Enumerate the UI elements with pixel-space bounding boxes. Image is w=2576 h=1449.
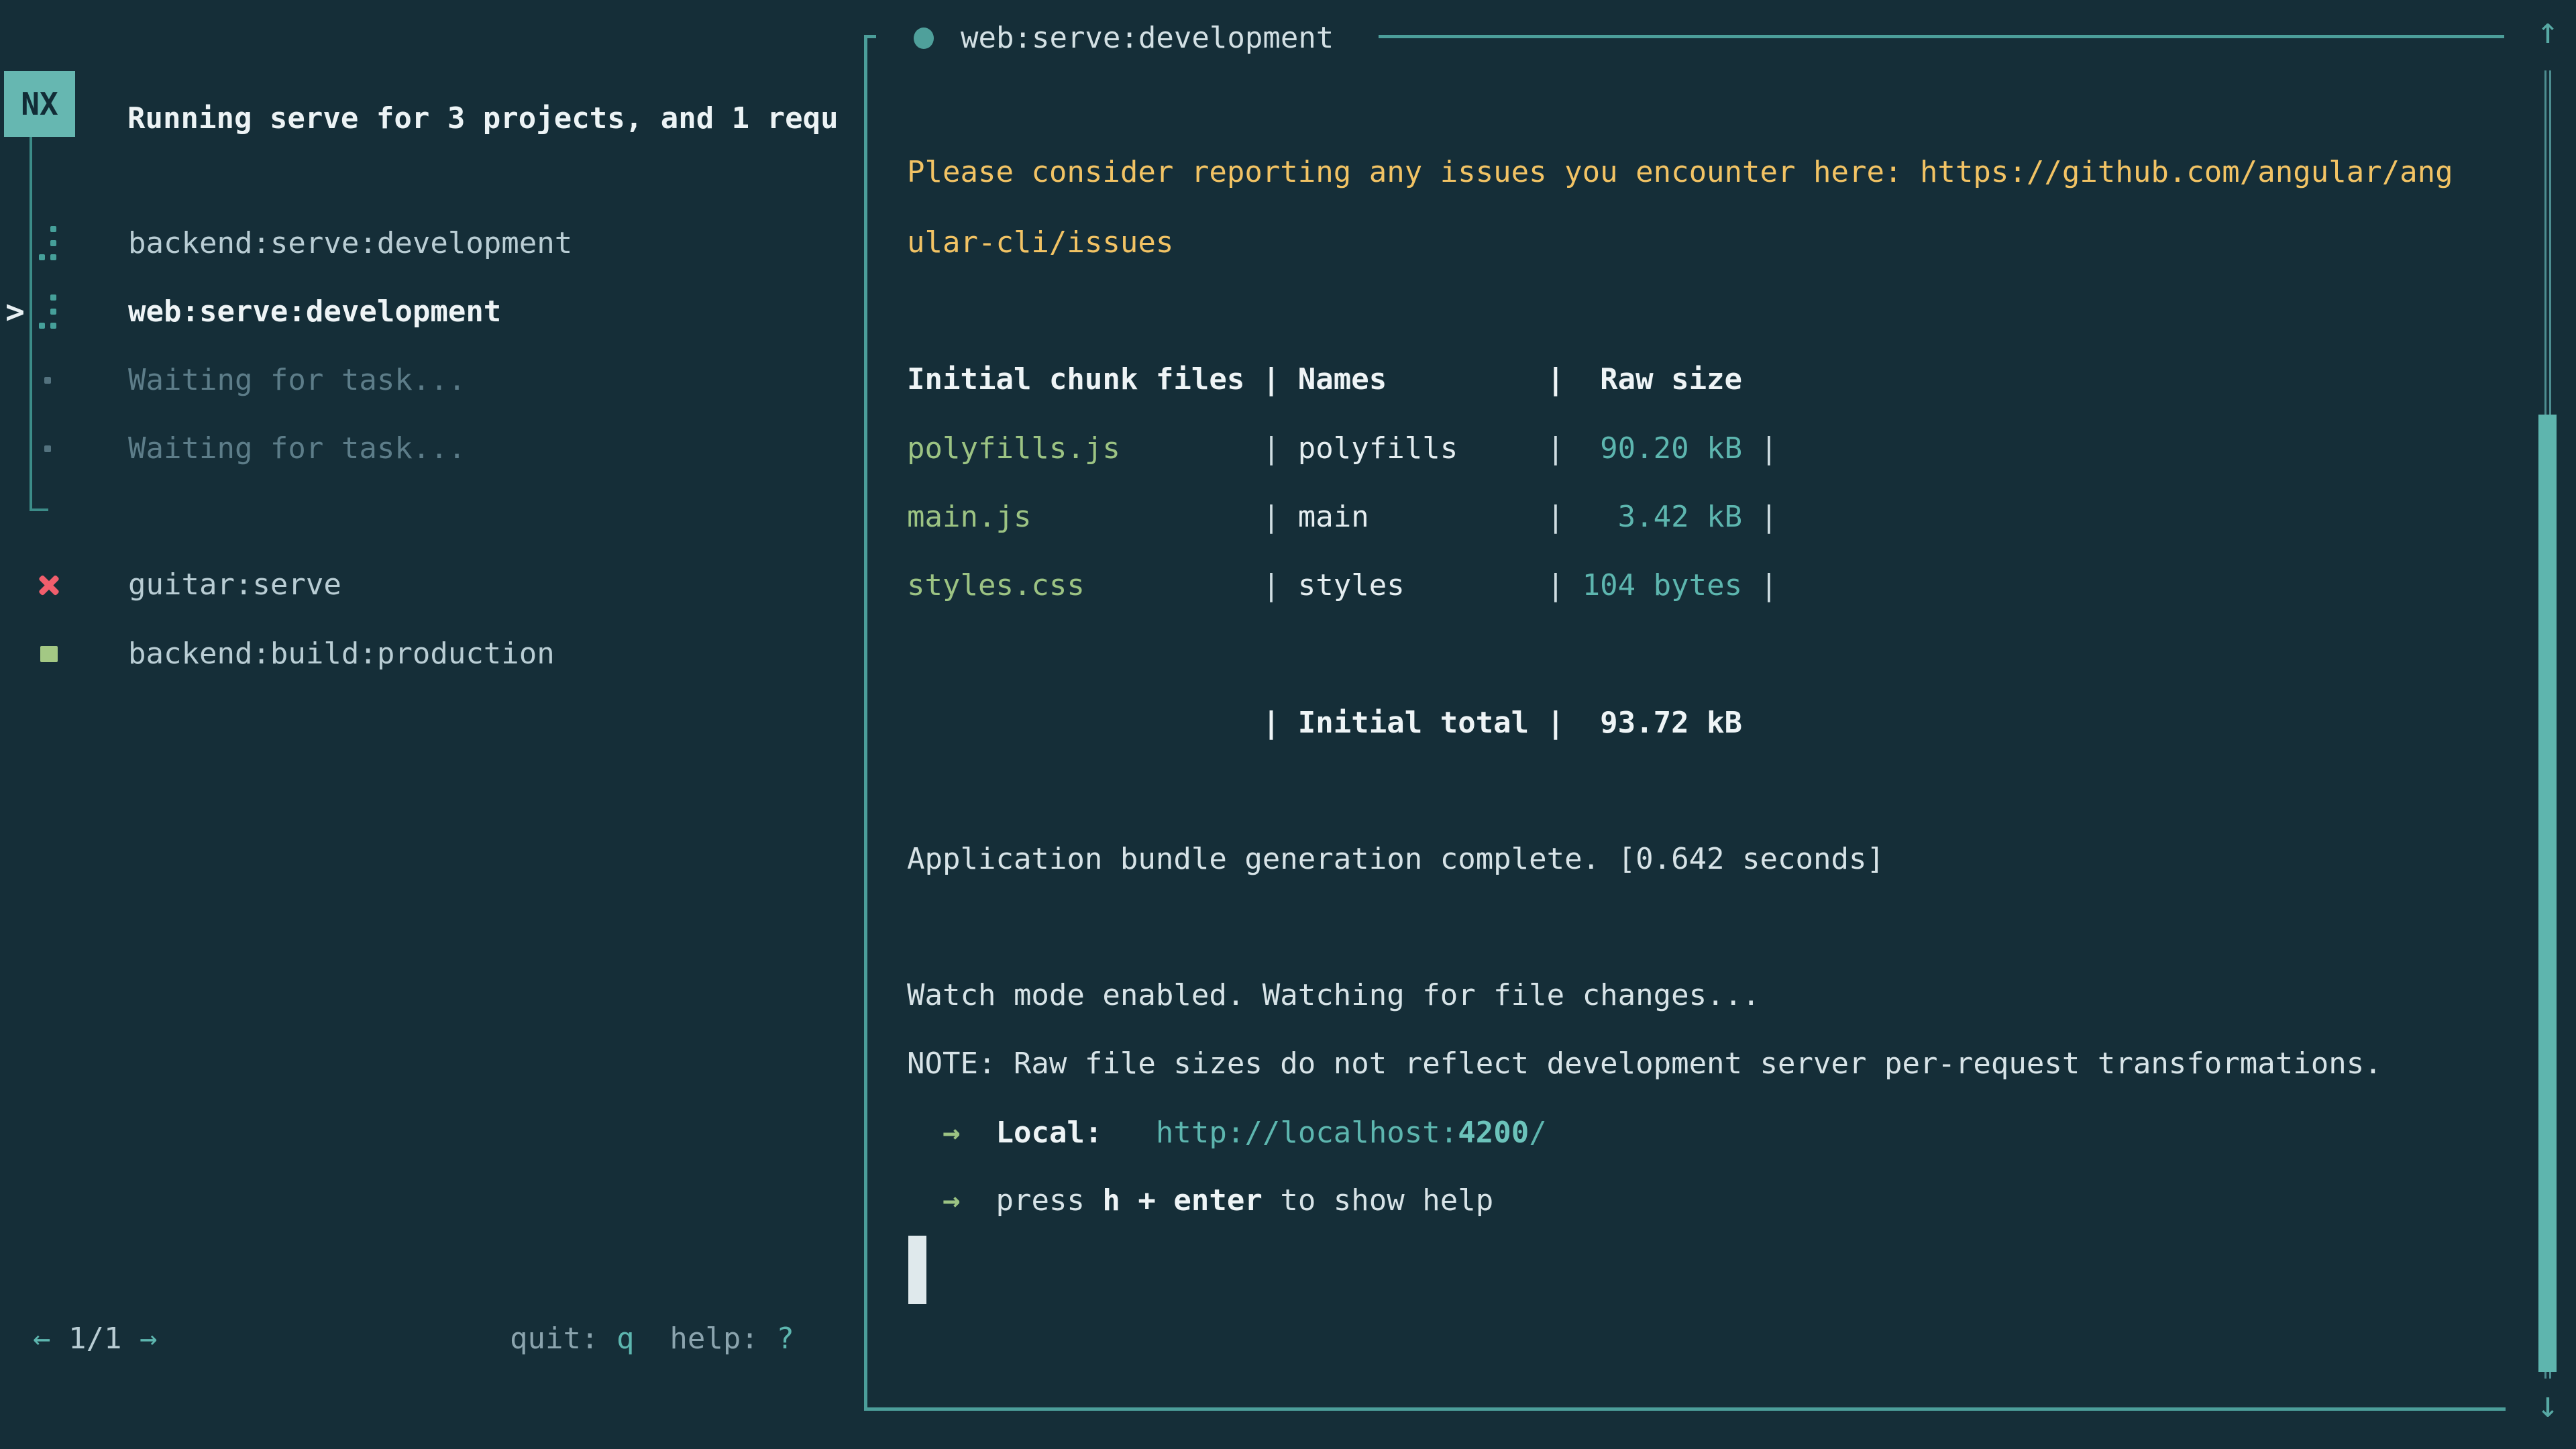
local-url-line: → Local: http://localhost:4200/	[907, 1099, 1547, 1167]
prompt-arrow-icon: →	[943, 1183, 961, 1218]
scrollbar-thumb[interactable]	[2538, 415, 2557, 1372]
table-separator: |	[1085, 568, 1298, 602]
table-separator: |	[1369, 500, 1582, 534]
panel-border-bottom	[864, 1407, 2506, 1411]
chunk-name: polyfills	[1298, 431, 1458, 466]
issue-notice-line-2: ular-cli/issues	[907, 209, 1173, 276]
help-text: to show help	[1263, 1183, 1493, 1218]
task-label: guitar:serve	[128, 551, 341, 619]
spinner-icon	[39, 294, 59, 329]
help-key: ?	[776, 1322, 794, 1356]
chunk-table-row: main.js | main | 3.42 kB |	[907, 484, 1778, 551]
task-row-waiting-2[interactable]: Waiting for task...	[0, 415, 863, 482]
chunk-table-row: polyfills.js | polyfills | 90.20 kB |	[907, 415, 1778, 482]
prompt-arrow-icon: →	[943, 1116, 961, 1150]
bundle-complete-line: Application bundle generation complete. …	[907, 826, 1884, 893]
table-separator: |	[1458, 431, 1582, 466]
chunk-size: 104 bytes	[1582, 568, 1742, 602]
issue-notice-line-1: Please consider reporting any issues you…	[907, 139, 2453, 206]
task-row-guitar-serve[interactable]: guitar:serve	[0, 551, 863, 619]
nx-logo: NX	[4, 71, 75, 137]
task-row-backend-serve[interactable]: backend:serve:development	[0, 210, 863, 277]
chunk-size: 3.42 kB	[1582, 500, 1742, 534]
terminal-cursor	[908, 1236, 926, 1304]
nx-tui-screen: NX Running serve for 3 projects, and 1 r…	[0, 0, 2576, 1449]
panel-title: web:serve:development	[961, 5, 1334, 72]
success-square-icon	[40, 646, 58, 662]
task-label: backend:serve:development	[128, 210, 572, 277]
chunk-file: polyfills.js	[907, 431, 1120, 466]
help-hint-label: help:	[634, 1322, 776, 1356]
local-url[interactable]: http://localhost:	[1156, 1116, 1458, 1150]
task-label-selected: web:serve:development	[128, 278, 501, 345]
table-separator: |	[1405, 568, 1582, 602]
task-label: Waiting for task...	[128, 415, 466, 482]
watch-mode-line: Watch mode enabled. Watching for file ch…	[907, 962, 1760, 1029]
scroll-down-arrow-icon[interactable]: ↓	[2528, 1381, 2567, 1429]
panel-border-left	[864, 35, 867, 1411]
page-next-arrow-icon[interactable]: →	[140, 1322, 158, 1356]
table-separator: |	[1742, 568, 1778, 602]
help-keys: h + enter	[1102, 1183, 1262, 1218]
page-prev-arrow-icon[interactable]: ←	[33, 1322, 51, 1356]
local-url-port[interactable]: 4200	[1458, 1116, 1529, 1150]
pad	[960, 1183, 996, 1218]
initial-total-line: | Initial total | 93.72 kB	[907, 690, 1742, 757]
local-label: Local:	[996, 1116, 1102, 1150]
note-line: NOTE: Raw file sizes do not reflect deve…	[907, 1030, 2382, 1097]
pad	[907, 1183, 943, 1218]
pagination: ← 1/1 →	[33, 1305, 157, 1373]
quit-hint-label: quit:	[510, 1322, 616, 1356]
page-indicator: 1/1	[51, 1322, 140, 1356]
pad	[960, 1116, 996, 1150]
chunk-file: styles.css	[907, 568, 1085, 602]
chunk-table-row: styles.css | styles | 104 bytes |	[907, 552, 1778, 619]
waiting-dot-icon	[44, 377, 51, 384]
table-separator: |	[1031, 500, 1297, 534]
local-url-slash[interactable]: /	[1529, 1116, 1547, 1150]
chunk-file: main.js	[907, 500, 1031, 534]
table-separator: |	[1742, 500, 1778, 534]
pad	[907, 1116, 943, 1150]
chunk-size: 90.20 kB	[1582, 431, 1742, 466]
scroll-up-arrow-icon[interactable]: ↑	[2528, 7, 2567, 55]
chunk-name: styles	[1298, 568, 1405, 602]
spinner-icon	[39, 226, 59, 261]
table-separator: |	[1120, 431, 1298, 466]
chunk-table-header: Initial chunk files | Names | Raw size	[907, 346, 1742, 413]
table-separator: |	[1742, 431, 1778, 466]
failed-cross-icon	[37, 573, 61, 597]
task-row-backend-build[interactable]: backend:build:production	[0, 621, 863, 688]
tree-line-foot	[30, 508, 48, 511]
help-hint-line: → press h + enter to show help	[907, 1167, 1493, 1234]
task-row-waiting-1[interactable]: Waiting for task...	[0, 347, 863, 414]
panel-border-top-stub	[864, 35, 876, 38]
help-text: press	[996, 1183, 1102, 1218]
keyboard-hints: quit: q help: ?	[510, 1305, 794, 1373]
task-label: backend:build:production	[128, 621, 555, 688]
quit-key: q	[616, 1322, 635, 1356]
chunk-name: main	[1298, 500, 1369, 534]
running-status-dot-icon	[914, 28, 934, 49]
waiting-dot-icon	[44, 445, 51, 452]
task-row-web-serve[interactable]: > web:serve:development	[0, 278, 863, 345]
task-label: Waiting for task...	[128, 347, 466, 414]
pad	[1102, 1116, 1155, 1150]
panel-border-top	[1379, 35, 2504, 38]
app-title: Running serve for 3 projects, and 1 requ	[127, 85, 860, 152]
